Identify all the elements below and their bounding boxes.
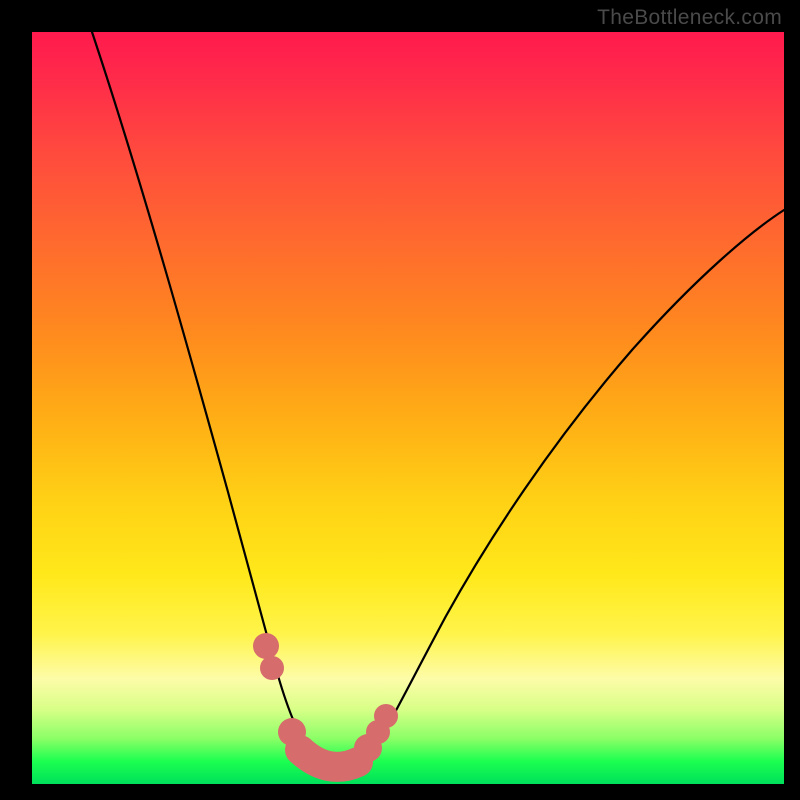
marker-point [253, 633, 279, 659]
gradient-plot-area [32, 32, 784, 784]
curve-layer [32, 32, 784, 784]
marker-group [253, 633, 398, 767]
marker-point [260, 656, 284, 680]
left-curve [92, 32, 342, 770]
watermark-text: TheBottleneck.com [597, 6, 782, 30]
right-curve [342, 210, 784, 770]
marker-bar [300, 750, 358, 767]
marker-point [374, 704, 398, 728]
